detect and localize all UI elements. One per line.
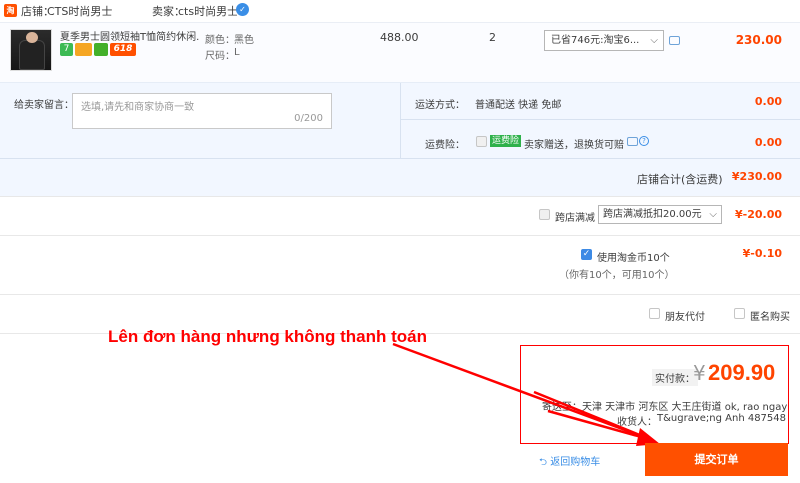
coin-discount: ¥-0.10: [742, 247, 782, 260]
taobao-logo-icon: 淘: [4, 4, 17, 17]
divider: [0, 196, 800, 197]
address-label: 寄送至：: [542, 402, 582, 413]
cross-store-label: 跨店满减: [555, 213, 595, 224]
friend-pay-checkbox[interactable]: [649, 308, 660, 319]
annotation-text: Lên đơn hàng nhưng không thanh toán: [108, 327, 428, 346]
quantity-value: 2: [489, 31, 496, 44]
coin-checkbox[interactable]: ✓: [581, 249, 592, 260]
coin-sub-label: （你有10个，可用10个）: [559, 270, 675, 281]
divider: [0, 235, 800, 236]
receiver-name: T&ugrave;ng Anh 487548: [657, 413, 787, 424]
message-icon[interactable]: [669, 36, 680, 45]
insurance-price: 0.00: [754, 136, 782, 149]
receiver-label: 收货人：: [617, 417, 657, 428]
seller-name-link[interactable]: cts时尚男士: [178, 3, 238, 19]
cross-store-discount: ¥-20.00: [734, 208, 782, 221]
chevron-down-icon: ⌵: [709, 209, 717, 220]
help-question-icon[interactable]: ?: [639, 136, 649, 146]
size-label: 尺码：: [205, 51, 235, 62]
coin-label: 使用淘金币10个: [597, 253, 670, 264]
wangwang-chat-icon[interactable]: ✓: [236, 3, 249, 16]
promo-618-badge: 618: [110, 43, 136, 56]
remark-label: 给卖家留言：: [14, 100, 74, 111]
shipping-section: 给卖家留言： 选填,请先和商家协商一致 0/200 运送方式： 普通配送 快递 …: [0, 82, 800, 196]
insurance-checkbox[interactable]: [476, 136, 487, 147]
back-to-cart-link[interactable]: ⮌ 返回购物车: [539, 453, 600, 472]
store-header: 淘 店铺： CTS时尚男士 卖家： cts时尚男士 ✓: [0, 0, 800, 22]
anonymous-checkbox[interactable]: [734, 308, 745, 319]
cross-store-select[interactable]: 跨店满减抵扣20.00元 ⌵: [598, 205, 722, 224]
item-discount-value: 已省746元:淘宝6...: [551, 35, 640, 46]
chevron-down-icon: ⌵: [650, 35, 658, 46]
row-divider: [400, 119, 800, 120]
credit-card-badge-icon: [75, 43, 92, 56]
service-badge-icon: [94, 43, 108, 56]
item-discount-select[interactable]: 已省746元:淘宝6... ⌵: [544, 30, 664, 51]
pay-amount: 209.90: [708, 360, 776, 385]
submit-order-button[interactable]: 提交订单: [645, 443, 788, 476]
insurance-text: 卖家赠送，退换货可赔: [524, 140, 624, 151]
seven-day-return-badge: 7: [60, 43, 73, 56]
order-summary-box: 实付款： ¥ 209.90 寄送至： 天津 天津市 河东区 大王庄街道 ok, …: [520, 345, 789, 444]
unit-price: 488.00: [380, 31, 419, 44]
product-thumbnail[interactable]: [10, 29, 52, 71]
color-value: 黑色: [234, 35, 254, 46]
cross-store-select-value: 跨店满减抵扣20.00元: [603, 209, 702, 220]
store-total-label: 店铺合计(含运费): [637, 173, 723, 186]
shipping-method-value: 普通配送 快递 免邮: [475, 100, 562, 111]
row-divider: [0, 158, 800, 159]
anonymous-label: 匿名购买: [750, 312, 790, 323]
friend-pay-label: 朋友代付: [665, 312, 705, 323]
pay-currency: ¥: [693, 361, 706, 385]
remark-placeholder: 选填,请先和商家协商一致: [81, 102, 195, 113]
seller-remark-textarea[interactable]: 选填,请先和商家协商一致 0/200: [72, 93, 332, 129]
back-arrow-icon: ⮌: [539, 457, 551, 468]
insurance-label: 运费险：: [425, 140, 465, 151]
section-divider: [400, 83, 401, 158]
shop-name-link[interactable]: CTS时尚男士: [47, 3, 112, 19]
remark-char-count: 0/200: [294, 113, 323, 124]
back-to-cart-label: 返回购物车: [550, 457, 601, 468]
shipping-address: 天津 天津市 河东区 大王庄街道 ok, rao ngay: [582, 402, 788, 413]
insurance-badge: 运费险: [490, 135, 522, 147]
size-value: L: [234, 47, 240, 58]
message-icon[interactable]: [627, 137, 638, 146]
color-label: 颜色：: [205, 35, 235, 46]
product-title-link[interactable]: 夏季男士圆领短袖T恤简约休闲...: [60, 28, 200, 43]
item-total-price: 230.00: [735, 33, 782, 47]
cross-store-checkbox[interactable]: [539, 209, 550, 220]
shipping-price: 0.00: [754, 95, 782, 108]
pay-label: 实付款：: [652, 369, 698, 386]
store-total-value: ¥230.00: [731, 170, 782, 183]
order-item-row: 夏季男士圆领短袖T恤简约休闲... 7 618 颜色： 黑色 尺码： L 488…: [0, 22, 800, 82]
shipping-method-label: 运送方式：: [415, 100, 465, 111]
divider: [0, 294, 800, 295]
